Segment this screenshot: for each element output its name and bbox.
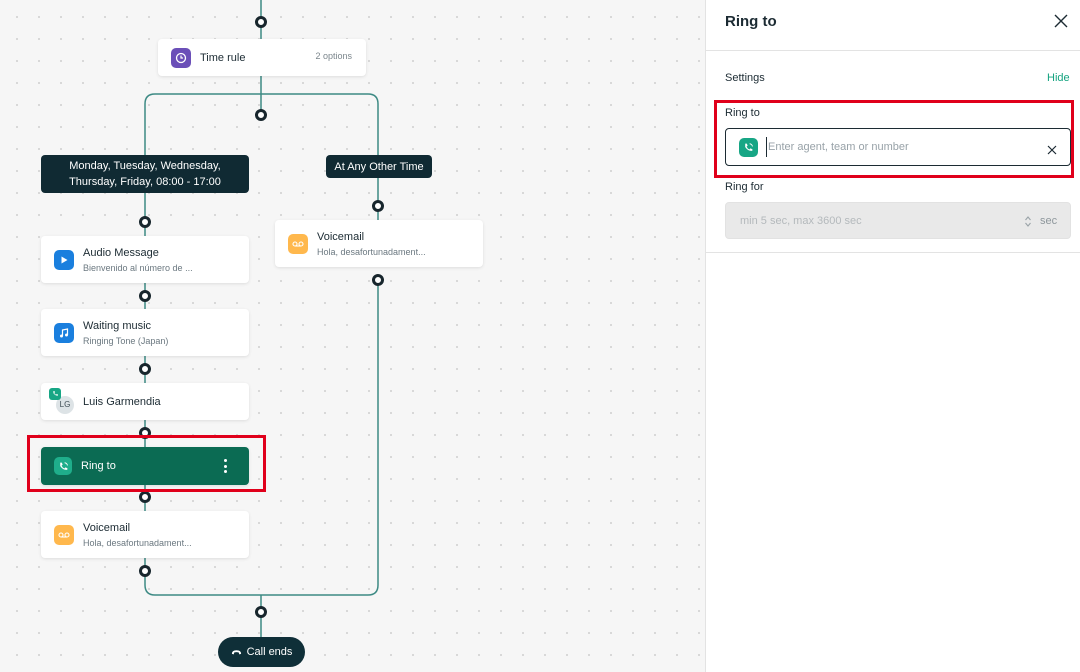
call-ends-node[interactable]: Call ends bbox=[218, 637, 305, 667]
ring-for-field-label: Ring for bbox=[725, 181, 764, 193]
close-icon[interactable] bbox=[1053, 13, 1069, 29]
connector-node[interactable] bbox=[139, 290, 151, 302]
number-stepper-icon[interactable] bbox=[1024, 215, 1032, 228]
divider bbox=[706, 252, 1080, 253]
connector-node[interactable] bbox=[372, 200, 384, 212]
connector-node[interactable] bbox=[255, 109, 267, 121]
step-voicemail-other-time[interactable]: Voicemail Hola, desafortunadament... bbox=[275, 220, 483, 267]
step-title: Audio Message bbox=[83, 246, 159, 259]
selection-highlight bbox=[27, 435, 266, 492]
step-subtitle: Hola, desafortunadament... bbox=[317, 246, 426, 257]
step-voicemail[interactable]: Voicemail Hola, desafortunadament... bbox=[41, 511, 249, 558]
ring-to-settings-panel: Ring to Settings Hide Ring to Ring for s… bbox=[705, 0, 1080, 672]
hide-settings-link[interactable]: Hide bbox=[1047, 72, 1070, 84]
field-highlight bbox=[714, 100, 1074, 178]
branch-label-other-time[interactable]: At Any Other Time bbox=[326, 155, 432, 178]
flow-canvas[interactable]: Time rule 2 options Monday, Tuesday, Wed… bbox=[0, 0, 705, 672]
music-note-icon bbox=[54, 322, 74, 343]
step-subtitle: Hola, desafortunadament... bbox=[83, 537, 192, 548]
step-audio-message[interactable]: Audio Message Bienvenido al número de ..… bbox=[41, 236, 249, 283]
connector-node[interactable] bbox=[139, 491, 151, 503]
connector-node[interactable] bbox=[255, 606, 267, 618]
time-rule-options-count: 2 options bbox=[315, 51, 352, 61]
step-subtitle: Bienvenido al número de ... bbox=[83, 262, 193, 273]
branch-label-line: Monday, Tuesday, Wednesday, bbox=[69, 160, 221, 172]
branch-label-line: Thursday, Friday, 08:00 - 17:00 bbox=[69, 176, 221, 188]
ring-for-unit: sec bbox=[1040, 215, 1058, 227]
connector-node[interactable] bbox=[372, 274, 384, 286]
phone-icon bbox=[49, 387, 61, 400]
ring-for-input[interactable] bbox=[740, 214, 1010, 227]
call-ends-label: Call ends bbox=[246, 646, 293, 658]
step-title: Waiting music bbox=[83, 319, 152, 332]
settings-section-label: Settings bbox=[725, 72, 765, 84]
voicemail-icon bbox=[54, 524, 74, 545]
clock-icon bbox=[171, 47, 191, 68]
ring-for-field[interactable]: sec bbox=[725, 202, 1071, 239]
hang-up-icon bbox=[231, 649, 241, 654]
voicemail-icon bbox=[288, 233, 308, 254]
avatar: LG bbox=[49, 387, 74, 414]
time-rule-card[interactable]: Time rule 2 options bbox=[158, 39, 366, 76]
branch-label-business-hours[interactable]: Monday, Tuesday, Wednesday, Thursday, Fr… bbox=[41, 155, 249, 193]
time-rule-title: Time rule bbox=[200, 51, 246, 64]
play-icon bbox=[54, 249, 74, 270]
connector-node[interactable] bbox=[139, 216, 151, 228]
connector-node[interactable] bbox=[139, 363, 151, 375]
divider bbox=[706, 50, 1080, 51]
branch-label-text: At Any Other Time bbox=[334, 160, 424, 173]
step-title: Voicemail bbox=[83, 521, 131, 534]
connector-node[interactable] bbox=[255, 16, 267, 28]
panel-title: Ring to bbox=[725, 13, 777, 30]
connector-node[interactable] bbox=[139, 565, 151, 577]
step-title: Luis Garmendia bbox=[83, 395, 161, 408]
step-title: Voicemail bbox=[317, 230, 365, 243]
step-waiting-music[interactable]: Waiting music Ringing Tone (Japan) bbox=[41, 309, 249, 356]
step-agent-luis-garmendia[interactable]: LG Luis Garmendia bbox=[41, 383, 249, 420]
step-subtitle: Ringing Tone (Japan) bbox=[83, 335, 169, 346]
